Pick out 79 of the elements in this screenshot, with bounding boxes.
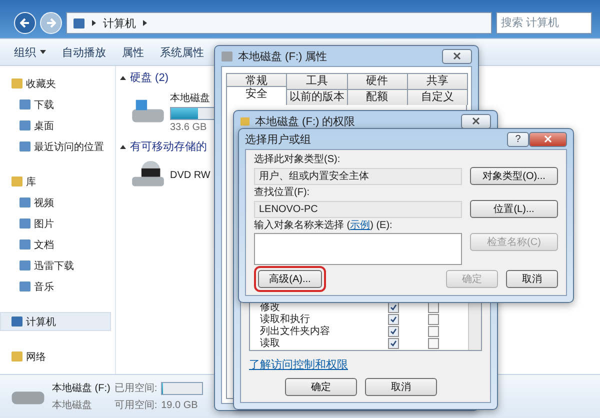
toolbar-button[interactable]: 属性 <box>122 44 144 60</box>
close-button[interactable] <box>442 48 472 64</box>
field-label: 查找位置(F): <box>254 186 311 199</box>
field-label: 选择此对象类型(S): <box>254 153 342 166</box>
close-button[interactable] <box>461 114 491 128</box>
close-icon <box>472 117 480 125</box>
tab[interactable]: 共享 <box>406 73 468 89</box>
location-field[interactable]: LENOVO-PC <box>254 200 462 218</box>
tab[interactable]: 安全 <box>226 86 288 105</box>
permission-name: 读取 <box>260 336 281 350</box>
used-space-label: 已用空间: <box>114 382 158 395</box>
collapse-arrow-icon <box>120 144 126 150</box>
dialog-title: 选择用户或组 <box>245 132 311 146</box>
sidebar-item[interactable]: 桌面 <box>0 116 111 135</box>
toolbar-button[interactable]: 自动播放 <box>62 44 106 60</box>
dialog-button[interactable]: 确定 <box>285 378 357 396</box>
sidebar-item[interactable]: 最近访问的位置 <box>0 137 111 156</box>
chevron-icon <box>91 20 97 26</box>
field-label: 输入对象名称来选择 (示例) (E): <box>254 219 394 232</box>
back-button[interactable] <box>14 12 36 34</box>
sidebar-item[interactable]: 音乐 <box>0 277 111 296</box>
section-header[interactable]: 有可移动存储的 <box>120 139 207 154</box>
drive-space: 33.6 GB <box>170 122 208 133</box>
cancel-button[interactable]: 取消 <box>506 270 558 288</box>
help-link[interactable]: 了解访问控制和权限 <box>249 359 348 371</box>
forward-button[interactable] <box>40 12 62 34</box>
tab[interactable]: 以前的版本 <box>286 89 348 105</box>
close-icon <box>544 135 552 143</box>
section-header[interactable]: 硬盘 (2) <box>120 70 168 85</box>
collapse-arrow-icon <box>120 74 126 80</box>
sidebar-item[interactable]: 视频 <box>0 193 111 212</box>
sidebar-item[interactable]: 计算机 <box>0 312 111 331</box>
object-type-field[interactable]: 用户、组或内置安全主体 <box>254 168 462 184</box>
checkbox[interactable] <box>428 338 439 348</box>
free-space-label: 可用空间: <box>114 398 158 412</box>
toolbar-button[interactable]: 系统属性 <box>160 44 204 60</box>
window-title: 本地磁盘 (F:) 属性 <box>238 50 328 64</box>
permission-name: 列出文件夹内容 <box>260 324 331 338</box>
chevron-icon <box>142 20 148 26</box>
sidebar-item[interactable]: 下载 <box>0 95 111 114</box>
checkbox[interactable] <box>388 326 399 336</box>
sidebar-item[interactable]: 图片 <box>0 214 111 233</box>
permission-name: 修改 <box>260 301 281 314</box>
forward-arrow-icon <box>46 18 56 28</box>
location-button[interactable]: 位置(L)... <box>470 200 558 218</box>
caret-icon <box>40 49 46 55</box>
sidebar-item[interactable]: 文档 <box>0 235 111 254</box>
drive-name: 本地磁盘 (F:) <box>52 382 110 395</box>
address-bar[interactable]: 计算机 <box>66 12 492 34</box>
sidebar-item[interactable]: 迅雷下载 <box>0 256 111 275</box>
search-field[interactable]: 搜索 计算机 <box>496 12 592 34</box>
window-title: 本地磁盘 (F:) 的权限 <box>255 114 356 128</box>
drive-name: DVD RW <box>170 170 210 180</box>
back-arrow-icon <box>20 18 30 28</box>
help-button[interactable]: ? <box>507 132 529 146</box>
checkbox[interactable] <box>428 326 439 336</box>
dialog-button[interactable]: 取消 <box>365 378 437 396</box>
sidebar-item[interactable]: 库 <box>0 172 111 191</box>
checkbox[interactable] <box>388 338 399 348</box>
drive-type: 本地磁盘 <box>52 398 93 412</box>
close-button[interactable] <box>529 132 567 146</box>
checkbox[interactable] <box>428 314 439 324</box>
advanced-button[interactable]: 高级(A)... <box>258 270 322 288</box>
tab[interactable]: 自定义 <box>406 89 468 105</box>
tab[interactable]: 工具 <box>286 73 348 89</box>
free-space-value: 19.0 GB <box>161 400 199 410</box>
object-type-button[interactable]: 对象类型(O)... <box>470 167 558 185</box>
close-icon <box>453 52 461 60</box>
tab[interactable]: 硬件 <box>346 73 408 89</box>
checkbox[interactable] <box>388 314 399 324</box>
drive-name: 本地磁盘 <box>170 92 211 105</box>
sidebar-item[interactable]: 收藏夹 <box>0 74 111 93</box>
object-names-field[interactable] <box>254 233 462 265</box>
tab[interactable]: 配额 <box>346 89 408 105</box>
disk-usage-bar <box>161 382 204 394</box>
sidebar-item[interactable]: 网络 <box>0 347 111 366</box>
examples-link[interactable]: 示例 <box>350 220 370 231</box>
toolbar-button[interactable]: 组织 <box>14 44 46 60</box>
permission-name: 读取和执行 <box>260 312 311 326</box>
